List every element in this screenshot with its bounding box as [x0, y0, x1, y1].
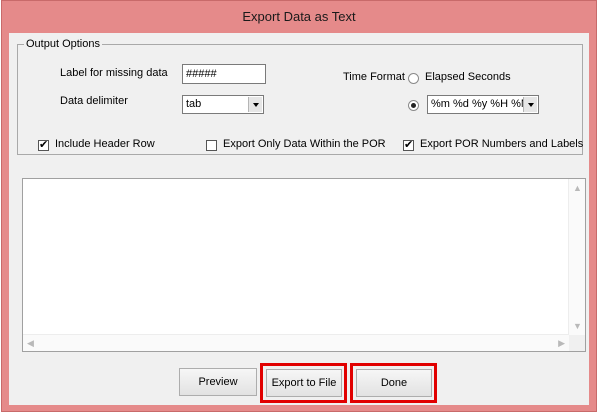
elapsed-seconds-label: Elapsed Seconds — [425, 71, 511, 83]
checkmark-icon: ✔ — [404, 139, 414, 151]
time-format-select[interactable]: %m %d %y %H %M — [427, 95, 539, 114]
chevron-down-icon[interactable] — [248, 97, 262, 112]
include-header-label: Include Header Row — [55, 138, 155, 150]
preview-button[interactable]: Preview — [179, 368, 257, 396]
include-header-checkbox[interactable]: ✔ — [38, 139, 49, 151]
done-button[interactable]: Done — [356, 369, 432, 397]
data-delimiter-value: tab — [186, 98, 202, 110]
data-delimiter-select[interactable]: tab — [182, 95, 264, 114]
chevron-down-icon[interactable] — [523, 97, 537, 112]
data-delimiter-label: Data delimiter — [60, 95, 128, 107]
time-format-label: Time Format — [343, 71, 405, 83]
scroll-up-icon[interactable]: ▲ — [573, 183, 582, 193]
output-options-group: Output Options Label for missing data Da… — [17, 38, 584, 155]
checkmark-icon: ✔ — [39, 139, 49, 151]
scroll-down-icon[interactable]: ▼ — [573, 321, 582, 331]
dialog-title: Export Data as Text — [242, 9, 356, 24]
scroll-left-icon[interactable]: ◀ — [27, 338, 34, 348]
dialog-client-area: Output Options Label for missing data Da… — [9, 33, 589, 405]
preview-text-area[interactable]: ▲ ▼ ◀ ▶ — [22, 178, 586, 352]
missing-data-label: Label for missing data — [60, 67, 168, 79]
only-por-label: Export Only Data Within the POR — [223, 138, 386, 150]
export-to-file-button[interactable]: Export to File — [266, 369, 342, 397]
elapsed-seconds-radio[interactable] — [408, 73, 419, 84]
custom-time-format-radio[interactable] — [408, 100, 419, 111]
output-options-legend: Output Options — [24, 38, 102, 50]
vertical-scrollbar[interactable]: ▲ ▼ — [568, 179, 585, 335]
radio-selected-dot — [411, 103, 416, 108]
scrollbar-corner — [569, 335, 585, 351]
time-format-value: %m %d %y %H %M — [431, 98, 531, 110]
missing-data-input[interactable] — [182, 64, 266, 84]
export-dialog-window: Export Data as Text Output Options Label… — [1, 0, 597, 412]
por-numbers-checkbox[interactable]: ✔ — [403, 139, 414, 151]
por-numbers-label: Export POR Numbers and Labels — [420, 138, 584, 150]
only-por-checkbox[interactable] — [206, 140, 217, 151]
scroll-right-icon[interactable]: ▶ — [558, 338, 565, 348]
horizontal-scrollbar[interactable]: ◀ ▶ — [23, 334, 569, 351]
